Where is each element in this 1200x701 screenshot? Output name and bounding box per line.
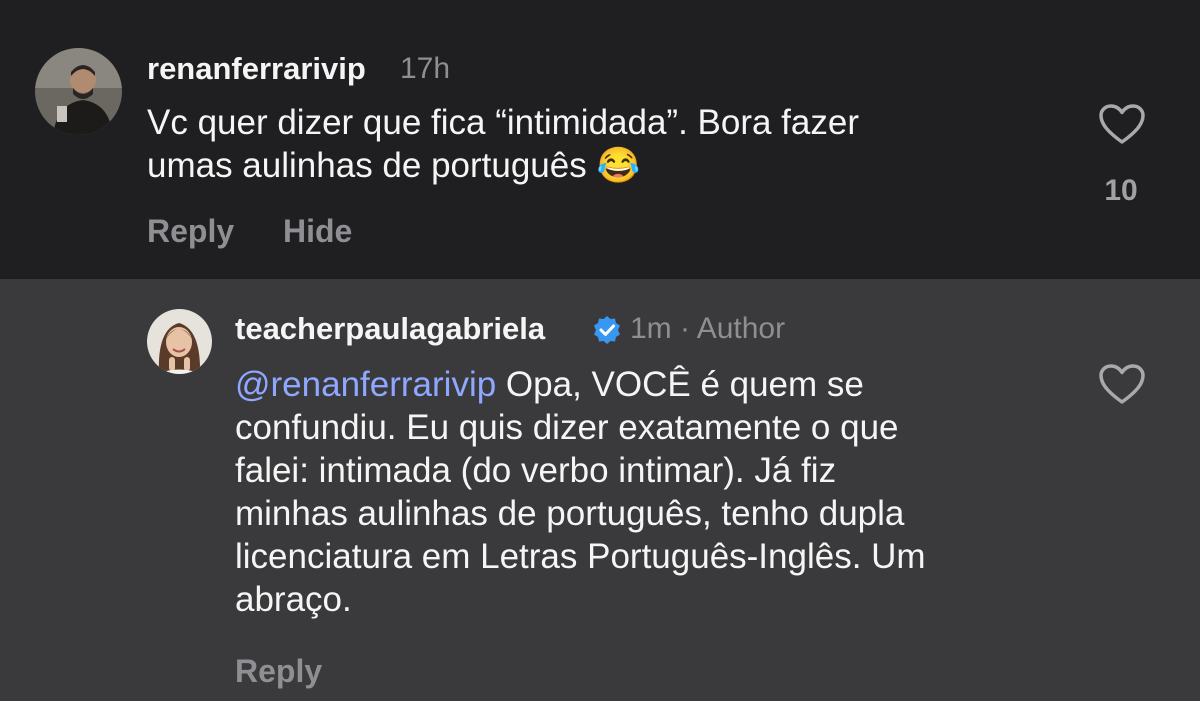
heart-outline-icon[interactable] (1098, 363, 1146, 410)
comment-teacherpaulagabriela: teacherpaulagabriela 1m · Author @renanf… (0, 279, 1200, 701)
comment-text: @renanferrarivip Opa, VOCÊ é quem se con… (235, 363, 1055, 621)
hide-button[interactable]: Hide (283, 213, 352, 250)
timestamp: 17h (400, 52, 451, 85)
comment-text-line: minhas aulinhas de português, tenho dupl… (235, 494, 905, 533)
comment-text-line: Vc quer dizer que fica “intimidada”. Bor… (147, 103, 859, 142)
comment-text-line: Opa, VOCÊ é quem se (505, 365, 864, 404)
comment-text-line: umas aulinhas de português (147, 146, 587, 185)
meta-separator: · (680, 312, 691, 345)
reply-button[interactable]: Reply (235, 653, 322, 690)
comment-renanferrarivip: renanferrarivip 17h Vc quer dizer que fi… (0, 0, 1200, 279)
comment-text-line: falei: intimada (do verbo intimar). Já f… (235, 451, 837, 490)
username[interactable]: renanferrarivip (147, 51, 366, 87)
comment-text-line: confundiu. Eu quis dizer exatamente o qu… (235, 408, 899, 447)
verified-badge-icon (592, 315, 622, 350)
like-count: 10 (1104, 174, 1138, 207)
author-badge: Author (696, 312, 786, 345)
timestamp: 1m (630, 312, 672, 345)
mention-link[interactable]: @renanferrarivip (235, 365, 496, 404)
heart-outline-icon[interactable] (1098, 103, 1146, 150)
reply-button[interactable]: Reply (147, 213, 234, 250)
timestamp-author: 1m · Author (630, 312, 785, 346)
avatar[interactable] (147, 309, 212, 374)
comment-text-line: abraço. (235, 580, 352, 619)
username[interactable]: teacherpaulagabriela (235, 311, 545, 347)
avatar[interactable] (35, 48, 122, 135)
laughing-emoji-icon: 😂 (596, 146, 641, 185)
comment-text-line: licenciatura em Letras Português-Inglês.… (235, 537, 926, 576)
comment-text: Vc quer dizer que fica “intimidada”. Bor… (147, 101, 1047, 187)
